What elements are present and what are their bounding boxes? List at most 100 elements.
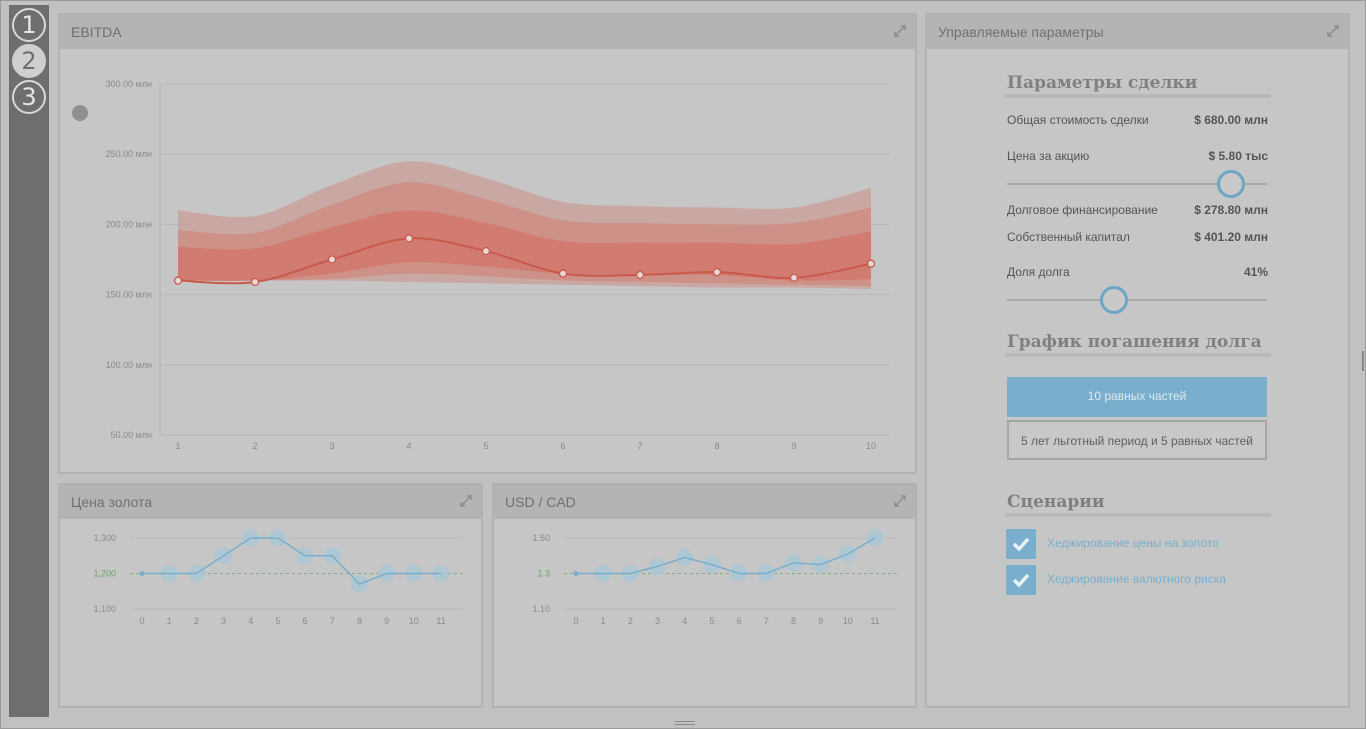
x-tick-label: 2 bbox=[628, 616, 633, 626]
panel-title: USD / CAD bbox=[505, 494, 576, 510]
debt-share-label: Доля долга bbox=[1007, 265, 1070, 279]
debt-financing-label: Долговое финансирование bbox=[1007, 203, 1158, 217]
usdcad-panel-header: USD / CAD bbox=[494, 485, 915, 519]
x-tick-label: 5 bbox=[483, 441, 488, 451]
section-divider bbox=[1005, 513, 1271, 517]
share-price-slider-thumb[interactable] bbox=[1216, 170, 1245, 198]
section-divider bbox=[1005, 94, 1271, 98]
x-tick-label: 1 bbox=[601, 616, 606, 626]
scenarios-title: Сценарии bbox=[1007, 492, 1105, 512]
x-tick-label: 3 bbox=[655, 616, 660, 626]
step-1-button[interactable]: 1 bbox=[12, 8, 46, 42]
data-point bbox=[789, 273, 799, 282]
section-divider bbox=[1005, 353, 1271, 357]
expand-icon[interactable] bbox=[1326, 24, 1340, 38]
x-tick-label: 3 bbox=[329, 441, 334, 451]
data-point bbox=[481, 246, 491, 256]
side-resize-handle[interactable] bbox=[1362, 351, 1364, 371]
y-tick-label: 300.00 млн bbox=[106, 79, 152, 89]
x-tick-label: 9 bbox=[818, 616, 823, 626]
ebitda-panel-header: EBITDA bbox=[60, 15, 915, 49]
total-cost-value: $ 680.00 млн bbox=[1194, 113, 1268, 127]
x-tick-label: 2 bbox=[194, 616, 199, 626]
step-navigation: 1 2 3 bbox=[9, 5, 49, 717]
y-tick-label: 1.50 bbox=[532, 533, 550, 543]
repay-equal-10-button[interactable]: 10 равных частей bbox=[1007, 377, 1267, 417]
x-tick-label: 6 bbox=[303, 616, 308, 626]
x-tick-label: 1 bbox=[167, 616, 172, 626]
step-3-button[interactable]: 3 bbox=[12, 80, 46, 114]
y-tick-label: 1.3 bbox=[537, 569, 550, 579]
y-tick-label: 200.00 млн bbox=[106, 219, 152, 229]
equity-value: $ 401.20 млн bbox=[1194, 230, 1268, 244]
data-point bbox=[635, 270, 645, 280]
data-point bbox=[558, 269, 568, 278]
gold-panel-header: Цена золота bbox=[60, 485, 481, 519]
checkmark-icon bbox=[1012, 573, 1030, 588]
y-tick-label: 100.00 млн bbox=[106, 360, 152, 370]
x-tick-label: 4 bbox=[682, 616, 687, 626]
x-tick-label: 11 bbox=[436, 616, 445, 626]
debt-share-slider-track[interactable] bbox=[1007, 299, 1267, 301]
x-tick-label: 8 bbox=[791, 616, 796, 626]
equity-label: Собственный капитал bbox=[1007, 230, 1130, 244]
x-tick-label: 8 bbox=[357, 616, 362, 626]
y-tick-label: 1,200 bbox=[93, 569, 116, 579]
x-tick-label: 10 bbox=[843, 616, 853, 626]
data-point bbox=[250, 277, 260, 287]
x-tick-label: 9 bbox=[384, 616, 389, 626]
expand-icon[interactable] bbox=[893, 494, 907, 508]
y-tick-label: 1,100 bbox=[93, 604, 116, 614]
x-tick-label: 3 bbox=[221, 616, 226, 626]
x-tick-label: 0 bbox=[139, 616, 144, 626]
x-tick-label: 7 bbox=[764, 616, 769, 626]
checkmark-icon bbox=[1012, 537, 1030, 552]
total-cost-label: Общая стоимость сделки bbox=[1007, 113, 1149, 127]
y-tick-label: 1,300 bbox=[93, 533, 116, 543]
data-point bbox=[139, 571, 145, 576]
currency-hedge-checkbox[interactable] bbox=[1006, 565, 1036, 595]
app-window: 1 2 3 EBITDA 300.00 млн 250.00 млн 200.00 … bbox=[0, 0, 1366, 729]
x-tick-label: 8 bbox=[714, 441, 719, 451]
x-tick-label: 0 bbox=[573, 616, 578, 626]
x-tick-label: 2 bbox=[252, 441, 257, 451]
gold-hedge-checkbox[interactable] bbox=[1006, 529, 1036, 559]
expand-icon[interactable] bbox=[459, 494, 473, 508]
data-point bbox=[866, 259, 876, 268]
share-price-label: Цена за акцию bbox=[1007, 149, 1090, 163]
x-tick-label: 9 bbox=[791, 441, 796, 451]
data-point bbox=[573, 571, 579, 576]
debt-share-slider-thumb[interactable] bbox=[1099, 286, 1128, 314]
repayment-title: График погашения долга bbox=[1007, 332, 1262, 352]
currency-hedge-label[interactable]: Хеджирование валютного риска bbox=[1047, 572, 1226, 586]
panel-title: EBITDA bbox=[71, 24, 122, 40]
params-panel-header: Управляемые параметры bbox=[927, 15, 1348, 49]
series-line bbox=[142, 537, 441, 586]
data-point bbox=[327, 255, 337, 264]
x-tick-label: 7 bbox=[637, 441, 642, 451]
expand-icon[interactable] bbox=[893, 24, 907, 38]
gold-hedge-label[interactable]: Хеджирование цены на золото bbox=[1047, 536, 1219, 550]
x-tick-label: 1 bbox=[175, 441, 180, 451]
x-tick-label: 6 bbox=[560, 441, 565, 451]
usdcad-chart: 1.50 1.3 1.10 0 1 2 3 4 5 6 7 8 9 10 11 bbox=[532, 529, 897, 626]
x-tick-label: 7 bbox=[330, 616, 335, 626]
y-tick-label: 250.00 млн bbox=[106, 149, 152, 159]
resize-grip[interactable] bbox=[675, 721, 695, 725]
data-point bbox=[173, 276, 183, 285]
deal-params-title: Параметры сделки bbox=[1007, 73, 1198, 93]
x-tick-label: 5 bbox=[709, 616, 714, 626]
panel-title: Цена золота bbox=[71, 494, 153, 510]
x-tick-label: 6 bbox=[737, 616, 742, 626]
params-panel: Управляемые параметры Параметры сделки О… bbox=[925, 13, 1350, 708]
y-tick-label: 1.10 bbox=[532, 604, 550, 614]
x-tick-label: 4 bbox=[248, 616, 253, 626]
panel-title: Управляемые параметры bbox=[938, 24, 1104, 40]
x-tick-label: 4 bbox=[406, 441, 411, 451]
step-2-button[interactable]: 2 bbox=[12, 44, 46, 78]
share-price-value: $ 5.80 тыс bbox=[1208, 149, 1269, 163]
gold-price-chart: 1,300 1,200 1,100 0 1 2 3 4 5 6 7 8 9 10 11 bbox=[93, 529, 463, 626]
repay-grace-period-button[interactable]: 5 лет льготный период и 5 равных частей bbox=[1007, 420, 1267, 460]
series-line bbox=[576, 537, 876, 575]
usdcad-panel: USD / CAD 1.50 1.3 1.10 0 1 2 3 4 5 6 7 8 9 10 11 bbox=[492, 483, 917, 708]
